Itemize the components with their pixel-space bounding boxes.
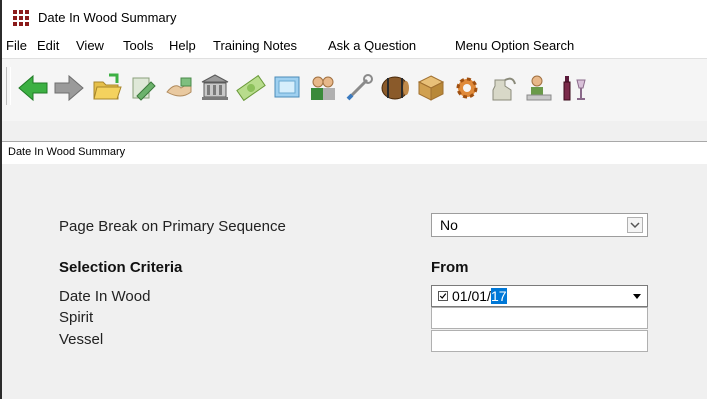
still-icon[interactable]	[486, 71, 520, 105]
menu-tools[interactable]: Tools	[123, 38, 153, 53]
gear-icon[interactable]	[450, 71, 484, 105]
title-bar: Date In Wood Summary	[2, 0, 707, 34]
people-icon[interactable]	[306, 71, 340, 105]
date-selected-segment: 17	[490, 288, 507, 304]
wrench-icon[interactable]	[342, 71, 376, 105]
date-in-wood-checkbox[interactable]	[438, 291, 448, 301]
forward-arrow-icon[interactable]	[52, 71, 86, 105]
menu-view[interactable]: View	[76, 38, 104, 53]
calendar-dropdown-icon[interactable]	[629, 288, 645, 304]
window-title: Date In Wood Summary	[38, 10, 177, 25]
notes-icon[interactable]	[126, 71, 160, 105]
worker-icon[interactable]	[522, 71, 556, 105]
spirit-field[interactable]	[431, 307, 648, 329]
date-prefix: 01/01/	[452, 288, 491, 304]
tab-label: Date In Wood Summary	[8, 146, 126, 158]
page-break-select[interactable]: No	[431, 213, 648, 237]
screen-icon[interactable]	[270, 71, 304, 105]
menu-ask-a-question[interactable]: Ask a Question	[328, 38, 416, 53]
menu-help[interactable]: Help	[169, 38, 196, 53]
box-icon[interactable]	[414, 71, 448, 105]
money-icon[interactable]	[234, 71, 268, 105]
wine-bottle-icon[interactable]	[558, 71, 592, 105]
grid-app-icon	[13, 10, 29, 26]
vessel-label: Vessel	[59, 331, 104, 348]
back-arrow-icon[interactable]	[16, 71, 50, 105]
bank-icon[interactable]	[198, 71, 232, 105]
barrel-icon[interactable]	[378, 71, 412, 105]
app-window: Date In Wood Summary File Edit View Tool…	[0, 0, 707, 399]
page-break-label: Page Break on Primary Sequence	[59, 218, 286, 235]
date-in-wood-label: Date In Wood	[59, 288, 151, 305]
date-in-wood-picker[interactable]: 01/01/17	[431, 285, 648, 307]
menu-edit[interactable]: Edit	[37, 38, 59, 53]
selection-criteria-heading: Selection Criteria	[59, 259, 183, 276]
vessel-field[interactable]	[431, 330, 648, 352]
handshake-icon[interactable]	[162, 71, 196, 105]
page-break-value: No	[440, 217, 458, 233]
menu-option-search[interactable]: Menu Option Search	[455, 38, 574, 53]
date-in-wood-value[interactable]: 01/01/17	[452, 288, 507, 304]
menu-training-notes[interactable]: Training Notes	[213, 38, 297, 53]
form-panel	[2, 164, 707, 399]
menu-file[interactable]: File	[6, 38, 27, 53]
spirit-label: Spirit	[59, 309, 94, 326]
from-heading: From	[431, 259, 469, 276]
toolbar-grip[interactable]	[6, 67, 11, 105]
menu-bar: File Edit View Tools Help Training Notes…	[2, 34, 707, 58]
open-folder-icon[interactable]	[90, 71, 124, 105]
chevron-down-icon[interactable]	[627, 217, 643, 233]
document-tab[interactable]: Date In Wood Summary	[2, 141, 707, 165]
toolbar	[2, 58, 707, 121]
